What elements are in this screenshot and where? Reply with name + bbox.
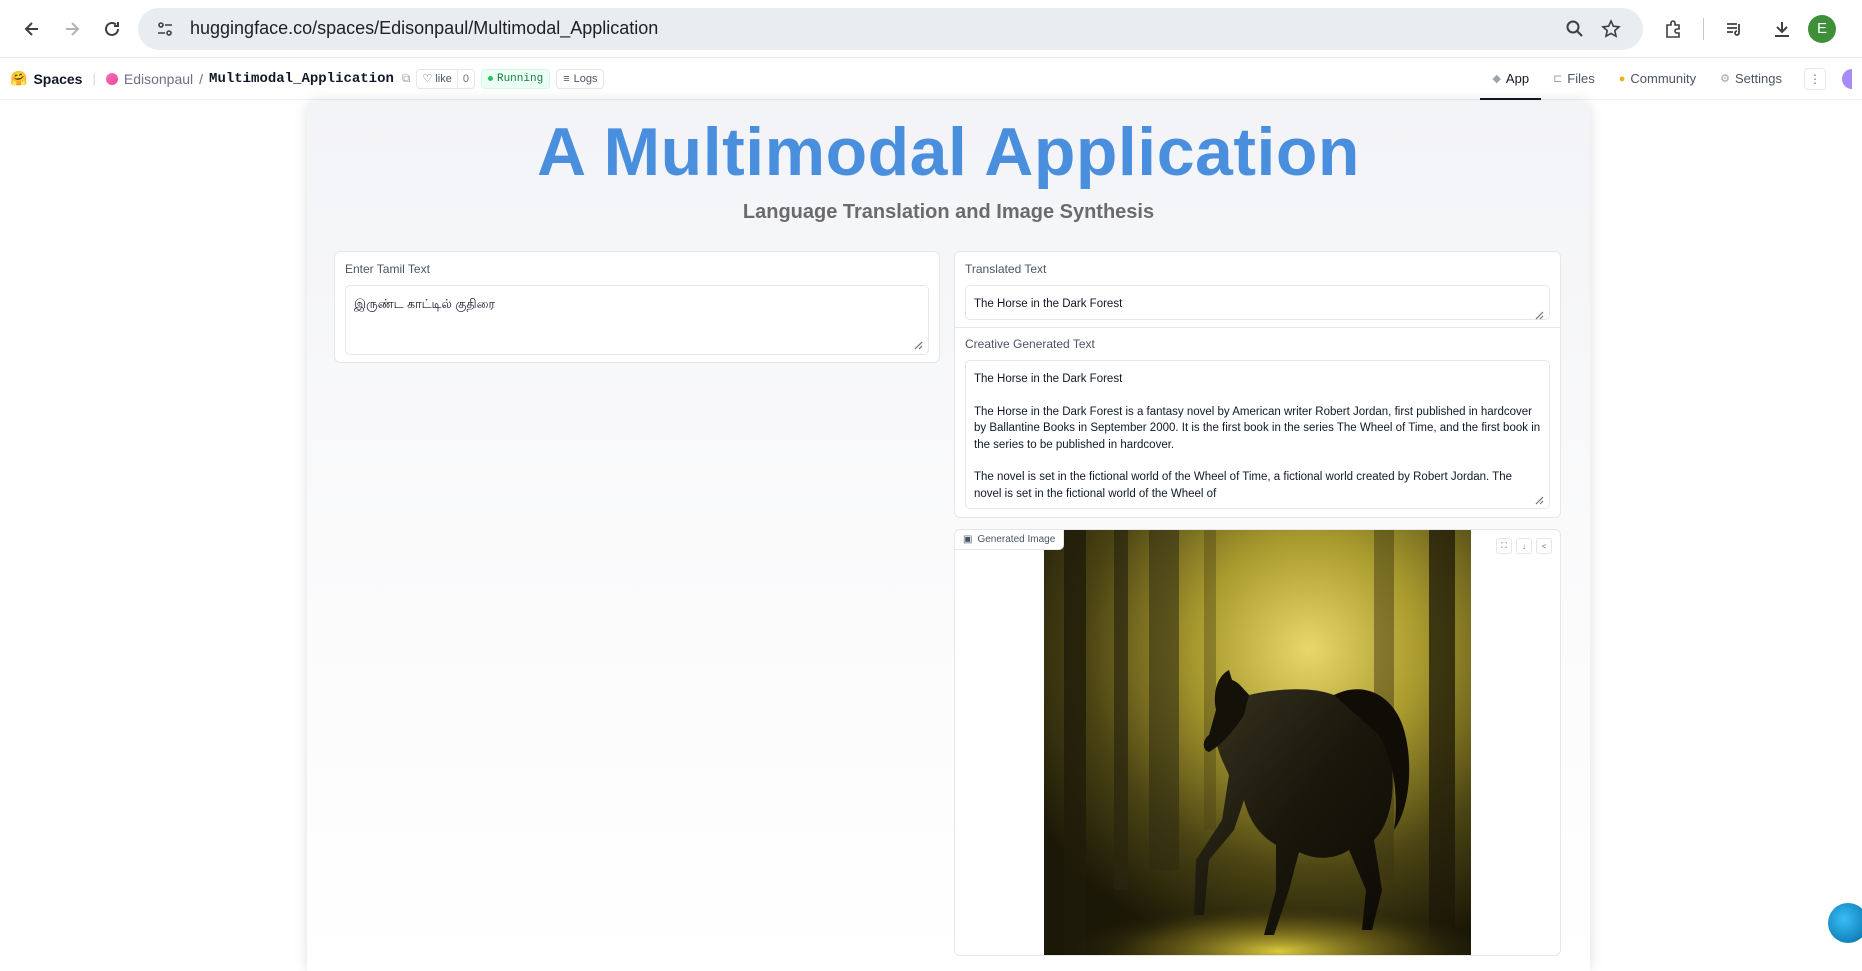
tab-community-label: Community: [1630, 71, 1697, 86]
community-icon: ●: [1618, 72, 1626, 85]
repo-name[interactable]: Multimodal_Application: [209, 71, 394, 87]
divider: [955, 327, 1560, 328]
fullscreen-icon[interactable]: ⛶: [1496, 538, 1512, 554]
translated-output[interactable]: The Horse in the Dark Forest: [965, 285, 1550, 320]
status-text: Running: [496, 72, 544, 85]
tab-files[interactable]: ⊏ Files: [1541, 58, 1607, 99]
like-label-wrap: ♡ like: [417, 70, 456, 88]
status-badge: Running: [480, 68, 551, 89]
heart-icon: ♡: [422, 73, 433, 85]
floating-assistant-icon[interactable]: [1828, 903, 1862, 943]
resize-handle-icon[interactable]: [1535, 496, 1544, 505]
browser-toolbar: huggingface.co/spaces/Edisonpaul/Multimo…: [0, 0, 1862, 58]
owner-link[interactable]: Edisonpaul: [124, 71, 193, 87]
logs-icon: ≡: [563, 72, 570, 85]
logs-label: Logs: [573, 72, 598, 85]
translated-label: Translated Text: [965, 262, 1047, 276]
creative-paragraph: The novel is set in the fictional world …: [974, 471, 1513, 500]
reload-icon: [105, 21, 119, 36]
image-label: ▣ Generated Image: [955, 530, 1065, 550]
tab-files-label: Files: [1567, 71, 1595, 86]
creative-label: Creative Generated Text: [965, 337, 1095, 351]
image-panel: ▣ Generated Image ⛶ ↓ <: [954, 529, 1561, 956]
space-header: 🤗 Spaces | Edisonpaul / Multimodal_Appli…: [0, 58, 1862, 100]
owner-avatar: [105, 72, 118, 85]
share-icon[interactable]: <: [1536, 538, 1552, 554]
separator: |: [92, 71, 96, 86]
resize-handle-icon[interactable]: [914, 341, 923, 350]
app-container: A Multimodal Application Language Transl…: [307, 101, 1590, 971]
tab-app[interactable]: ◆ App: [1480, 58, 1541, 100]
tamil-text-input[interactable]: இருண்ட காட்டில் குதிரை: [345, 285, 929, 355]
tab-settings[interactable]: ⚙ Settings: [1708, 58, 1794, 99]
toolbar-divider: [1703, 17, 1704, 40]
download-icon[interactable]: [1760, 9, 1804, 49]
gear-icon: ⚙: [1720, 73, 1731, 85]
address-bar[interactable]: huggingface.co/spaces/Edisonpaul/Multimo…: [138, 7, 1643, 50]
input-label: Enter Tamil Text: [345, 262, 430, 276]
tab-settings-label: Settings: [1735, 71, 1782, 86]
url-text[interactable]: huggingface.co/spaces/Edisonpaul/Multimo…: [190, 18, 1557, 39]
image-toolbar: ⛶ ↓ <: [1496, 538, 1552, 554]
site-info-icon[interactable]: [152, 16, 178, 42]
forward-arrow-icon: [66, 21, 80, 36]
bookmark-star-icon[interactable]: [1593, 11, 1629, 47]
more-options-icon[interactable]: ⋮: [1804, 67, 1826, 90]
translated-panel: Translated Text The Horse in the Dark Fo…: [954, 251, 1561, 518]
generated-image: [1044, 530, 1471, 955]
path-slash: /: [199, 70, 204, 87]
reload-button[interactable]: [92, 9, 132, 49]
download-image-icon[interactable]: ↓: [1516, 538, 1532, 554]
back-button[interactable]: [12, 9, 52, 49]
tab-app-label: App: [1505, 71, 1530, 86]
copy-icon[interactable]: ⧉: [402, 71, 411, 86]
forward-button[interactable]: [52, 9, 92, 49]
like-button[interactable]: ♡ like 0: [416, 68, 475, 89]
media-controls-icon[interactable]: [1712, 9, 1756, 49]
hf-logo-icon[interactable]: 🤗: [10, 70, 27, 87]
back-arrow-icon: [24, 21, 38, 36]
files-icon: ⊏: [1553, 73, 1563, 85]
creative-paragraph: The Horse in the Dark Forest: [974, 373, 1123, 385]
extensions-icon[interactable]: [1651, 9, 1695, 49]
creative-output[interactable]: The Horse in the Dark Forest The Horse i…: [965, 360, 1550, 509]
creative-paragraph: The Horse in the Dark Forest is a fantas…: [974, 405, 1541, 451]
user-avatar[interactable]: [1842, 68, 1852, 89]
tab-community[interactable]: ● Community: [1607, 58, 1708, 99]
page-subtitle: Language Translation and Image Synthesis: [742, 201, 1155, 223]
spaces-link[interactable]: Spaces: [33, 71, 82, 87]
image-label-text: Generated Image: [977, 534, 1056, 545]
page-title: A Multimodal Application: [537, 114, 1360, 190]
like-count: 0: [456, 69, 474, 88]
profile-avatar[interactable]: E: [1808, 14, 1836, 43]
zoom-icon[interactable]: [1557, 11, 1593, 47]
input-panel: Enter Tamil Text இருண்ட காட்டில் குதிரை: [334, 251, 940, 363]
status-dot-icon: [487, 76, 493, 81]
logs-button[interactable]: ≡ Logs: [556, 68, 605, 89]
resize-handle-icon[interactable]: [1535, 311, 1544, 320]
app-icon: ◆: [1492, 73, 1501, 85]
image-icon: ▣: [963, 534, 973, 545]
like-label: like: [435, 72, 452, 85]
